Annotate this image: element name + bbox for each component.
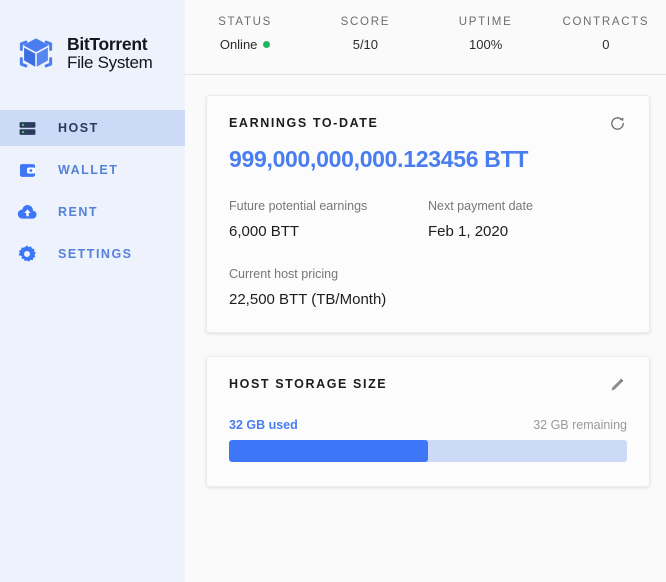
- stat-value-contracts: 0: [602, 37, 610, 52]
- main-content: STATUS Online SCORE 5/10 UPTIME 100% CON…: [185, 0, 666, 582]
- future-earnings-value: 6,000 BTT: [229, 223, 300, 240]
- next-payment-value: Feb 1, 2020: [428, 223, 509, 240]
- stat-score: SCORE 5/10: [305, 16, 425, 52]
- earnings-amount: 999,000,000,000.123456 BTT: [229, 146, 529, 172]
- sidebar-item-wallet[interactable]: WALLET: [0, 152, 185, 188]
- stat-label-contracts: CONTRACTS: [562, 16, 650, 28]
- sidebar-item-label-rent: RENT: [58, 205, 99, 219]
- brand-text: BitTorrent File System: [67, 34, 153, 73]
- earnings-card-title: EARNINGS TO-DATE: [229, 116, 379, 130]
- sidebar-item-settings[interactable]: SETTINGS: [0, 236, 185, 272]
- status-text: Online: [219, 37, 258, 52]
- status-online-dot-icon: [263, 41, 271, 48]
- storage-card-header: HOST STORAGE SIZE: [229, 377, 627, 394]
- sidebar-item-label-settings: SETTINGS: [58, 247, 133, 261]
- storage-bar-legend: 32 GB used 32 GB remaining: [229, 418, 627, 432]
- storage-progress-bar[interactable]: [229, 440, 627, 462]
- stat-label-uptime: UPTIME: [458, 16, 513, 28]
- future-earnings-label: Future potential earnings: [229, 199, 368, 213]
- cloud-upload-icon: [14, 199, 40, 225]
- sidebar-item-rent[interactable]: RENT: [0, 194, 185, 230]
- stat-value-status: Online: [185, 37, 305, 52]
- sidebar-nav: HOST WALLET RENT SETTINGS: [0, 110, 185, 272]
- stat-value-score: 5/10: [352, 37, 379, 52]
- earnings-card: EARNINGS TO-DATE 999,000,000,000.123456 …: [206, 95, 650, 333]
- sidebar-item-label-wallet: WALLET: [58, 163, 119, 177]
- stat-label-status: STATUS: [218, 16, 273, 28]
- sidebar-item-host[interactable]: HOST: [0, 110, 185, 146]
- content-area: EARNINGS TO-DATE 999,000,000,000.123456 …: [185, 75, 666, 510]
- host-storage-card: HOST STORAGE SIZE 32 GB used 32 GB remai…: [206, 356, 650, 487]
- brand-header: BitTorrent File System: [0, 0, 185, 76]
- gear-icon: [14, 241, 40, 267]
- earnings-card-header: EARNINGS TO-DATE: [229, 116, 627, 133]
- server-icon: [14, 115, 40, 141]
- stat-label-score: SCORE: [340, 16, 391, 28]
- host-pricing-label: Current host pricing: [229, 267, 339, 281]
- host-pricing-value: 22,500 BTT (TB/Month): [229, 291, 387, 308]
- next-payment-field: Next payment date Feb 1, 2020: [428, 199, 627, 240]
- sidebar: BitTorrent File System HOST WALLET RENT …: [0, 0, 185, 582]
- bittorrent-cube-logo-icon: [14, 32, 58, 76]
- storage-used-label: 32 GB used: [229, 418, 298, 432]
- refresh-icon[interactable]: [607, 113, 627, 133]
- storage-remaining-label: 32 GB remaining: [533, 418, 627, 432]
- stat-status: STATUS Online: [185, 16, 305, 52]
- wallet-icon: [14, 157, 40, 183]
- brand-name-line1: BitTorrent: [67, 34, 148, 55]
- storage-card-title: HOST STORAGE SIZE: [229, 377, 388, 391]
- earnings-fields-row: Future potential earnings 6,000 BTT Next…: [229, 199, 627, 240]
- host-pricing-field: Current host pricing 22,500 BTT (TB/Mont…: [229, 267, 627, 308]
- stats-bar: STATUS Online SCORE 5/10 UPTIME 100% CON…: [185, 0, 666, 75]
- pencil-edit-icon[interactable]: [607, 374, 627, 394]
- brand-name-line2: File System: [67, 53, 153, 73]
- future-earnings-field: Future potential earnings 6,000 BTT: [229, 199, 428, 240]
- sidebar-item-label-host: HOST: [58, 121, 99, 135]
- app-root: BitTorrent File System HOST WALLET RENT …: [0, 0, 666, 582]
- stat-value-uptime: 100%: [469, 37, 503, 52]
- next-payment-label: Next payment date: [428, 199, 533, 213]
- storage-progress-fill: [229, 440, 428, 462]
- stat-uptime: UPTIME 100%: [426, 16, 546, 52]
- stat-contracts: CONTRACTS 0: [546, 16, 666, 52]
